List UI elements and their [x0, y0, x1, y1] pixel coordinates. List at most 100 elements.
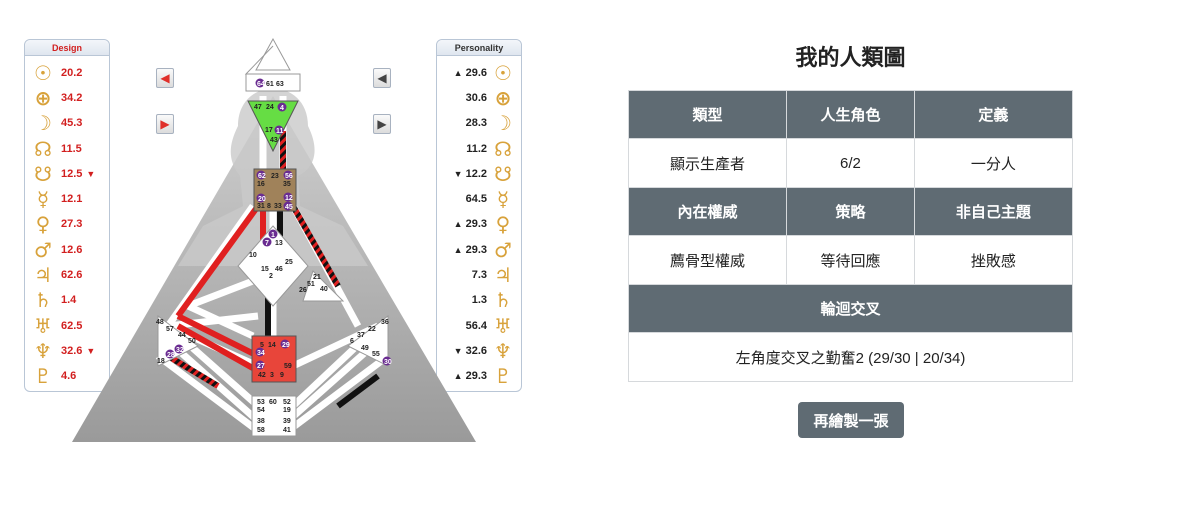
gate-label: 34: [257, 350, 265, 357]
gate-label: 38: [257, 418, 265, 425]
gate-label: 23: [271, 173, 279, 180]
gate-label: 47: [254, 104, 262, 111]
mercury-icon: ☿: [496, 187, 510, 212]
redraw-button[interactable]: 再繪製一張: [798, 402, 904, 438]
saturn-icon: ♄: [34, 288, 52, 313]
gate-label: 44: [178, 332, 186, 339]
value-strategy: 等待回應: [786, 235, 915, 285]
gate-label: 18: [157, 358, 165, 365]
gate-label: 29: [282, 342, 290, 349]
uranus-icon: ♅: [34, 313, 52, 338]
mars-icon: ♂: [34, 237, 52, 262]
table-row: 薦骨型權威 等待回應 挫敗感: [627, 235, 1074, 285]
gate-label: 62: [258, 173, 266, 180]
gate-label: 46: [275, 266, 283, 273]
gate-label: 20: [258, 196, 266, 203]
gate-label: 57: [166, 326, 174, 333]
gate-label: 2: [269, 273, 273, 280]
gate-label: 58: [257, 427, 265, 434]
table-header-row: 輪迴交叉: [628, 284, 1073, 333]
value-authority: 薦骨型權威: [627, 235, 788, 285]
chart-info-table: 類型 人生角色 定義 顯示生產者 6/2 一分人 內在權威 策略 非自己主題 薦…: [627, 90, 1074, 382]
gate-label: 11: [276, 128, 284, 135]
moon-icon: ☽: [494, 111, 512, 136]
gate-label: 59: [284, 363, 292, 370]
north-node-icon: ☊: [34, 136, 52, 161]
header-incarnation-cross: 輪迴交叉: [628, 284, 1073, 333]
neptune-icon: ♆: [494, 338, 512, 363]
gate-label: 53: [257, 399, 265, 406]
gate-label: 6: [350, 338, 354, 345]
gate-label: 4: [280, 105, 284, 112]
gate-label: 28: [167, 352, 175, 359]
gate-label: 61: [266, 81, 274, 88]
gate-label: 33: [274, 203, 282, 210]
gate-label: 51: [307, 281, 315, 288]
gate-label: 64: [257, 81, 265, 88]
mercury-icon: ☿: [36, 187, 50, 212]
pluto-icon: ♇: [34, 364, 52, 389]
saturn-icon: ♄: [494, 288, 512, 313]
table-header-row: 類型 人生角色 定義: [627, 90, 1074, 139]
gate-label: 48: [156, 319, 164, 326]
gate-label: 22: [368, 326, 376, 333]
moon-icon: ☽: [34, 111, 52, 136]
gate-label: 16: [257, 181, 265, 188]
gate-label: 15: [261, 266, 269, 273]
table-row: 顯示生產者 6/2 一分人: [627, 138, 1074, 188]
jupiter-icon: ♃: [34, 263, 52, 288]
table-row: 左角度交叉之勤奮2 (29/30 | 20/34): [628, 332, 1073, 382]
jupiter-icon: ♃: [494, 263, 512, 288]
gate-label: 60: [269, 399, 277, 406]
value-not-self-theme: 挫敗感: [913, 235, 1074, 285]
gate-label: 37: [357, 332, 365, 339]
gate-label: 42: [258, 372, 266, 379]
gate-label: 49: [361, 345, 369, 352]
sun-icon: ☉: [494, 60, 512, 85]
gate-label: 32: [176, 347, 184, 354]
gate-label: 45: [285, 204, 293, 211]
gate-label: 50: [188, 338, 196, 345]
gate-label: 39: [283, 418, 291, 425]
gate-label: 21: [313, 274, 321, 281]
bodygraph-chart: 64 61 63 47 24 4 17 11 43 62 23 56 16 35…: [72, 37, 476, 442]
gate-label: 41: [283, 427, 291, 434]
gate-label: 8: [267, 203, 271, 210]
earth-icon: ⊕: [494, 85, 512, 110]
earth-icon: ⊕: [34, 85, 52, 110]
gate-label: 63: [276, 81, 284, 88]
venus-icon: ♀: [35, 212, 51, 237]
gate-label: 56: [285, 173, 293, 180]
gate-label: 19: [283, 407, 291, 414]
gate-label: 17: [265, 127, 273, 134]
mars-icon: ♂: [494, 237, 512, 262]
neptune-icon: ♆: [34, 338, 52, 363]
gate-label: 54: [257, 407, 265, 414]
table-header-row: 內在權威 策略 非自己主題: [627, 187, 1074, 236]
gate-label: 25: [285, 259, 293, 266]
venus-icon: ♀: [495, 212, 511, 237]
gate-label: 30: [384, 359, 392, 366]
gate-label: 10: [249, 252, 257, 259]
south-node-icon: ☋: [34, 161, 52, 186]
gate-label: 36: [381, 319, 389, 326]
header-type: 類型: [627, 90, 788, 139]
header-not-self-theme: 非自己主題: [913, 187, 1074, 236]
value-profile: 6/2: [786, 138, 915, 188]
gate-label: 31: [257, 203, 265, 210]
pluto-icon: ♇: [494, 364, 512, 389]
gate-label: 12: [285, 195, 293, 202]
value-definition: 一分人: [913, 138, 1074, 188]
gate-label: 35: [283, 181, 291, 188]
gate-label: 24: [266, 104, 274, 111]
value-incarnation-cross: 左角度交叉之勤奮2 (29/30 | 20/34): [628, 332, 1073, 382]
gate-label: 27: [257, 363, 265, 370]
uranus-icon: ♅: [494, 313, 512, 338]
page-title: 我的人類圖: [795, 45, 906, 70]
header-definition: 定義: [913, 90, 1074, 139]
header-strategy: 策略: [786, 187, 915, 236]
value-type: 顯示生產者: [627, 138, 788, 188]
header-profile: 人生角色: [786, 90, 915, 139]
header-authority: 內在權威: [627, 187, 788, 236]
gate-label: 9: [280, 372, 284, 379]
